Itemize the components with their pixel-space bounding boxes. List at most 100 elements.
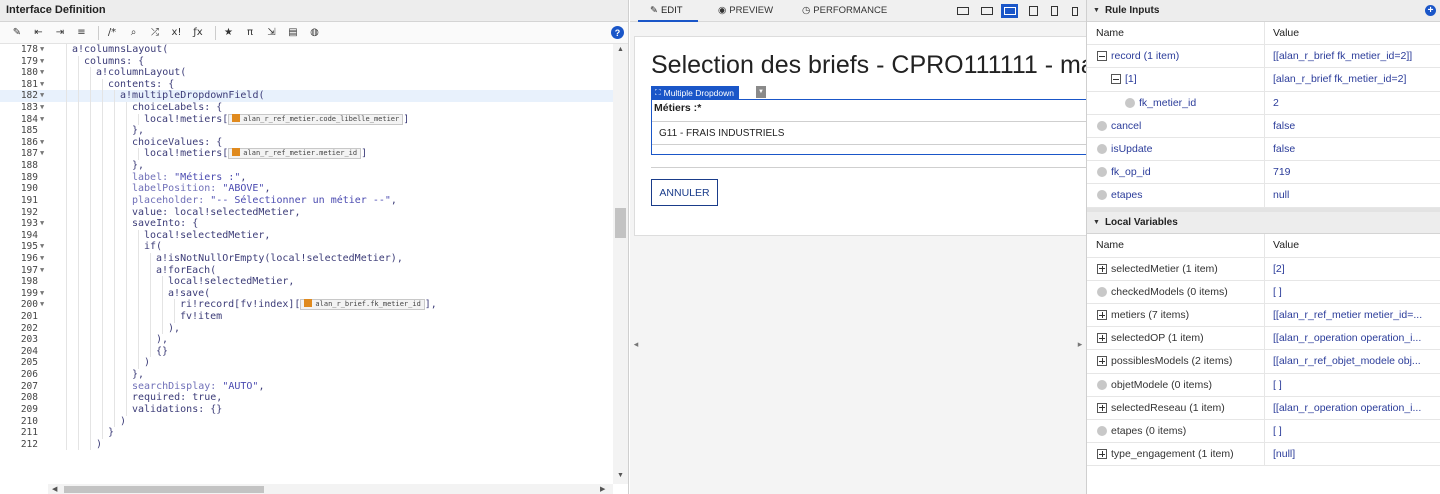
phone-small-icon[interactable] [1066,4,1083,18]
collapse-left-icon[interactable]: ◂ [630,334,642,354]
code-line[interactable]: 206}, [0,369,613,381]
expand-icon[interactable] [1097,333,1107,344]
code-line[interactable]: 182 ▼ a!multipleDropdownField( [0,90,613,103]
fold-toggle-icon[interactable]: ▼ [40,288,44,300]
table-row[interactable]: selectedReseau (1 item) [[alan_r_operatio… [1087,396,1440,420]
globe-icon[interactable]: ◍ [306,24,324,42]
fold-toggle-icon[interactable]: ▼ [40,253,44,265]
scroll-left-icon[interactable]: ◀ [52,485,57,493]
fold-toggle-icon[interactable]: ▼ [40,44,44,56]
code-line[interactable]: 205) [0,357,613,370]
variable-value[interactable]: [[alan_r_ref_metier metier_id=... [1265,304,1440,326]
code-line[interactable]: 192 value: local!selectedMetier, [0,206,613,219]
table-row[interactable]: fk_op_id 719 [1087,161,1440,185]
code-line[interactable]: 195 ▼ if( [0,241,613,253]
fold-toggle-icon[interactable]: ▼ [40,90,44,102]
scroll-down-icon[interactable]: ▼ [617,472,624,479]
star-icon[interactable]: ★ [220,24,238,42]
code-line[interactable]: 196 ▼ a!isNotNullOrEmpty(local!selectedMet… [0,252,613,265]
expand-icon[interactable] [1097,402,1107,413]
variable-value[interactable]: 719 [1265,161,1440,183]
search-icon[interactable]: ⌕ [125,24,143,42]
code-line[interactable]: 180 ▼ a!columnLayout( [0,67,613,79]
code-line[interactable]: 207 searchDisplay: "AUTO", [0,380,613,393]
component-tag[interactable]: ⛶ Multiple Dropdown [651,86,740,99]
tab-preview[interactable]: ◉ PREVIEW [718,5,773,16]
multiple-dropdown-field[interactable]: Métiers :* G11 - FRAIS INDUSTRIELS [651,99,1086,155]
code-line[interactable]: 183 ▼ choiceLabels: { [0,102,613,114]
code-line[interactable]: 187 ▼ local!metiers[alan_r_ref_metier.meti… [0,148,613,161]
indent-icon[interactable]: ⇤ [30,24,48,42]
fold-toggle-icon[interactable]: ▼ [40,218,44,230]
code-line[interactable]: 210) [0,415,613,428]
code-line[interactable]: 203), [0,334,613,346]
desktop-wide-icon[interactable] [1001,4,1018,18]
scroll-right-icon[interactable]: ▶ [600,485,605,493]
code-line[interactable]: 179 ▼ columns: { [0,55,613,68]
table-row[interactable]: metiers (7 items) [[alan_r_ref_metier met… [1087,304,1440,328]
export-icon[interactable]: ⇲ [263,24,281,42]
horizontal-scrollbar[interactable]: ◀ ▶ [48,484,613,494]
variable-value[interactable]: [2] [1265,258,1440,280]
collapse-icon[interactable] [1111,74,1121,85]
list-icon[interactable]: ≡ [73,24,91,42]
variable-value[interactable]: [ ] [1265,281,1440,303]
scroll-up-icon[interactable]: ▲ [617,46,624,53]
code-line[interactable]: 194 local!selectedMetier, [0,229,613,242]
code-line[interactable]: 209 validations: {} [0,403,613,416]
variable-value[interactable]: [alan_r_brief fk_metier_id=2] [1265,68,1440,90]
pi-icon[interactable]: π [241,24,259,42]
table-row[interactable]: cancel false [1087,114,1440,138]
record-field-chip[interactable]: alan_r_ref_metier.metier_id [228,148,362,160]
table-row[interactable]: etapes null [1087,184,1440,208]
variable-value[interactable]: [ ] [1265,420,1440,442]
code-line[interactable]: 201 fv!item [0,311,613,323]
expand-icon[interactable] [1097,449,1107,460]
variable-value[interactable]: 2 [1265,92,1440,114]
fold-toggle-icon[interactable]: ▼ [40,137,44,149]
magic-wand-icon[interactable]: ✎ [8,24,26,42]
table-row[interactable]: checkedModels (0 items) [ ] [1087,280,1440,304]
collapse-right-icon[interactable]: ▸ [1074,334,1086,354]
fold-toggle-icon[interactable]: ▼ [40,79,44,91]
code-line[interactable]: 190 labelPosition: "ABOVE", [0,183,613,195]
table-row[interactable]: objetModele (0 items) [ ] [1087,373,1440,397]
fit-width-icon[interactable] [954,4,971,18]
local-variables-header[interactable]: ▼ Local Variables [1087,212,1440,234]
table-row[interactable]: fk_metier_id 2 [1087,91,1440,115]
variable-value[interactable]: false [1265,138,1440,160]
code-line[interactable]: 212) [0,438,613,451]
variable-value[interactable]: [[alan_r_operation operation_i... [1265,397,1440,419]
help-icon[interactable]: ? [611,26,624,39]
code-line[interactable]: 208 required: true, [0,392,613,404]
table-row[interactable]: selectedOP (1 item) [[alan_r_operation op… [1087,327,1440,351]
table-row[interactable]: etapes (0 items) [ ] [1087,420,1440,444]
code-line[interactable]: 186 ▼ choiceValues: { [0,136,613,149]
variable-value[interactable]: [ ] [1265,374,1440,396]
fold-toggle-icon[interactable]: ▼ [40,265,44,277]
comment-icon[interactable]: /* [103,24,121,42]
expand-icon[interactable] [1097,310,1107,321]
expand-icon[interactable] [1097,356,1107,367]
record-field-chip[interactable]: alan_r_brief.fk_metier_id [300,299,425,311]
tab-edit[interactable]: ✎ EDIT [650,5,683,16]
table-row[interactable]: selectedMetier (1 item) [2] [1087,257,1440,281]
vertical-scroll-thumb[interactable] [615,208,626,238]
record-field-chip[interactable]: alan_r_ref_metier.code_libelle_metier [228,113,404,125]
code-line[interactable]: 200 ▼ ri!record[fv!index][alan_r_brief.fk_… [0,299,613,312]
variable-value[interactable]: [[alan_r_operation operation_i... [1265,327,1440,349]
variable-value[interactable]: false [1265,115,1440,137]
code-line[interactable]: 204 {} [0,345,613,358]
code-line[interactable]: 191 placeholder: "-- Sélectionner un méti… [0,194,613,207]
function-icon[interactable]: ƒx [189,24,207,42]
table-row[interactable]: isUpdate false [1087,138,1440,162]
code-line[interactable]: 178 ▼ a!columnsLayout( [0,44,613,56]
phone-icon[interactable] [1046,4,1063,18]
code-line[interactable]: 188}, [0,160,613,172]
variable-value[interactable]: [null] [1265,443,1440,465]
fold-toggle-icon[interactable]: ▼ [40,241,44,253]
code-line[interactable]: 181 ▼ contents: { [0,78,613,91]
rule-icon[interactable]: ▤ [284,24,302,42]
variable-value[interactable]: [[alan_r_brief fk_metier_id=2]] [1265,45,1440,67]
code-line[interactable]: 211} [0,427,613,439]
